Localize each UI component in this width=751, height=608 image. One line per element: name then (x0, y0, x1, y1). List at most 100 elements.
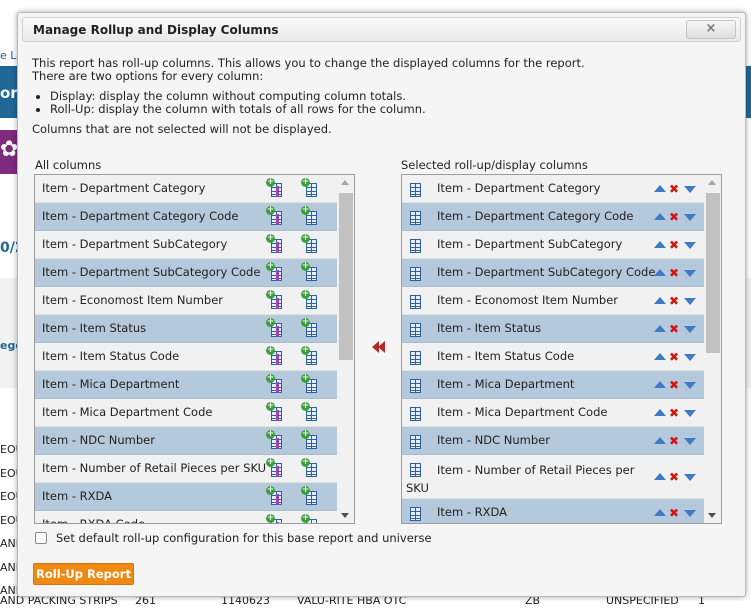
add-display-column-icon[interactable]: + (301, 458, 317, 477)
add-display-column-icon[interactable]: + (301, 514, 317, 523)
move-up-icon[interactable] (654, 509, 666, 516)
remove-column-icon[interactable]: ✖ (669, 379, 679, 391)
remove-column-icon[interactable]: ✖ (669, 267, 679, 279)
remove-column-icon[interactable]: ✖ (669, 407, 679, 419)
move-down-icon[interactable] (684, 438, 696, 445)
move-down-icon[interactable] (684, 270, 696, 277)
add-rollup-column-icon[interactable]: + (266, 486, 282, 505)
all-columns-item[interactable]: Item - Department Category Code + + (35, 203, 337, 231)
add-display-column-icon[interactable]: + (301, 346, 317, 365)
add-display-column-icon[interactable]: + (301, 318, 317, 337)
selected-columns-item[interactable]: Item - Economost Item Number ✖ (402, 287, 704, 315)
add-rollup-column-icon[interactable]: + (266, 206, 282, 225)
add-rollup-column-icon[interactable]: + (266, 178, 282, 197)
all-columns-item[interactable]: Item - Department SubCategory Code + + (35, 259, 337, 287)
add-rollup-column-icon[interactable]: + (266, 262, 282, 281)
selected-columns-item[interactable]: Item - Department Category ✖ (402, 175, 704, 203)
all-columns-item[interactable]: Item - Mica Department Code + + (35, 399, 337, 427)
add-display-column-icon[interactable]: + (301, 402, 317, 421)
add-rollup-column-icon[interactable]: + (266, 318, 282, 337)
move-down-icon[interactable] (684, 510, 696, 517)
add-display-column-icon[interactable]: + (301, 486, 317, 505)
remove-column-icon[interactable]: ✖ (669, 323, 679, 335)
all-columns-item[interactable]: Item - Mica Department + + (35, 371, 337, 399)
default-config-checkbox[interactable] (35, 532, 47, 544)
move-up-icon[interactable] (654, 297, 666, 304)
selected-columns-item[interactable]: Item - Department SubCategory Code ✖ (402, 259, 704, 287)
add-rollup-column-icon[interactable]: + (266, 234, 282, 253)
rollup-report-button[interactable]: Roll-Up Report (33, 563, 134, 585)
selected-columns-item[interactable]: Item - Mica Department Code ✖ (402, 399, 704, 427)
selected-columns-scrollbar[interactable] (704, 175, 721, 523)
add-rollup-column-icon[interactable]: + (266, 374, 282, 393)
selected-columns-item[interactable]: Item - RXDA ✖ (402, 499, 704, 523)
add-rollup-column-icon[interactable]: + (266, 514, 282, 523)
all-columns-item[interactable]: Item - NDC Number + + (35, 427, 337, 455)
selected-columns-item[interactable]: Item - Item Status Code ✖ (402, 343, 704, 371)
move-up-icon[interactable] (654, 213, 666, 220)
remove-column-icon[interactable]: ✖ (669, 211, 679, 223)
all-columns-item[interactable]: Item - Item Status Code + + (35, 343, 337, 371)
move-up-icon[interactable] (654, 381, 666, 388)
move-down-icon[interactable] (684, 474, 696, 481)
scroll-thumb[interactable] (706, 193, 720, 353)
default-config-label[interactable]: Set default roll-up configuration for th… (56, 531, 432, 545)
selected-columns-list[interactable]: Item - Department Category ✖ Item - Depart… (401, 174, 722, 524)
selected-columns-item[interactable]: Item - Department SubCategory ✖ (402, 231, 704, 259)
selected-columns-item[interactable]: Item - Number of Retail Pieces per SKU ✖ (402, 455, 704, 499)
all-columns-item[interactable]: Item - RXDA + + (35, 483, 337, 511)
all-columns-item[interactable]: Item - Department Category + + (35, 175, 337, 203)
add-display-column-icon[interactable]: + (301, 262, 317, 281)
remove-column-icon[interactable]: ✖ (669, 471, 679, 483)
scroll-up-arrow-icon[interactable] (708, 180, 716, 185)
scroll-down-arrow-icon[interactable] (341, 513, 349, 518)
move-down-icon[interactable] (684, 382, 696, 389)
all-columns-item[interactable]: Item - Department SubCategory + + (35, 231, 337, 259)
add-display-column-icon[interactable]: + (301, 290, 317, 309)
selected-columns-item[interactable]: Item - Item Status ✖ (402, 315, 704, 343)
scroll-thumb[interactable] (339, 193, 353, 360)
scroll-down-arrow-icon[interactable] (708, 513, 716, 518)
all-columns-item[interactable]: Item - RXDA Code + + (35, 511, 337, 523)
all-columns-item[interactable]: Item - Economost Item Number + + (35, 287, 337, 315)
move-down-icon[interactable] (684, 326, 696, 333)
move-up-icon[interactable] (654, 473, 666, 480)
move-up-icon[interactable] (654, 437, 666, 444)
move-down-icon[interactable] (684, 186, 696, 193)
move-down-icon[interactable] (684, 354, 696, 361)
add-rollup-column-icon[interactable]: + (266, 430, 282, 449)
remove-column-icon[interactable]: ✖ (669, 239, 679, 251)
dialog-titlebar[interactable]: Manage Rollup and Display Columns × (22, 17, 741, 42)
move-up-icon[interactable] (654, 409, 666, 416)
move-up-icon[interactable] (654, 185, 666, 192)
selected-columns-item[interactable]: Item - Mica Department ✖ (402, 371, 704, 399)
add-rollup-column-icon[interactable]: + (266, 402, 282, 421)
add-rollup-column-icon[interactable]: + (266, 290, 282, 309)
all-columns-list[interactable]: Item - Department Category + + Item - Depar… (34, 174, 355, 524)
add-display-column-icon[interactable]: + (301, 206, 317, 225)
close-button[interactable]: × (686, 20, 736, 39)
add-rollup-column-icon[interactable]: + (266, 458, 282, 477)
remove-column-icon[interactable]: ✖ (669, 295, 679, 307)
remove-column-icon[interactable]: ✖ (669, 435, 679, 447)
move-up-icon[interactable] (654, 353, 666, 360)
selected-columns-item[interactable]: Item - Department Category Code ✖ (402, 203, 704, 231)
move-down-icon[interactable] (684, 410, 696, 417)
move-down-icon[interactable] (684, 298, 696, 305)
move-down-icon[interactable] (684, 214, 696, 221)
add-display-column-icon[interactable]: + (301, 234, 317, 253)
move-up-icon[interactable] (654, 269, 666, 276)
remove-column-icon[interactable]: ✖ (669, 351, 679, 363)
add-display-column-icon[interactable]: + (301, 430, 317, 449)
add-display-column-icon[interactable]: + (301, 178, 317, 197)
all-columns-item[interactable]: Item - Item Status + + (35, 315, 337, 343)
add-rollup-column-icon[interactable]: + (266, 346, 282, 365)
move-up-icon[interactable] (654, 241, 666, 248)
all-columns-scrollbar[interactable] (337, 175, 354, 523)
move-left-button[interactable] (370, 340, 390, 354)
scroll-up-arrow-icon[interactable] (341, 180, 349, 185)
move-up-icon[interactable] (654, 325, 666, 332)
move-down-icon[interactable] (684, 242, 696, 249)
add-display-column-icon[interactable]: + (301, 374, 317, 393)
remove-column-icon[interactable]: ✖ (669, 507, 679, 519)
